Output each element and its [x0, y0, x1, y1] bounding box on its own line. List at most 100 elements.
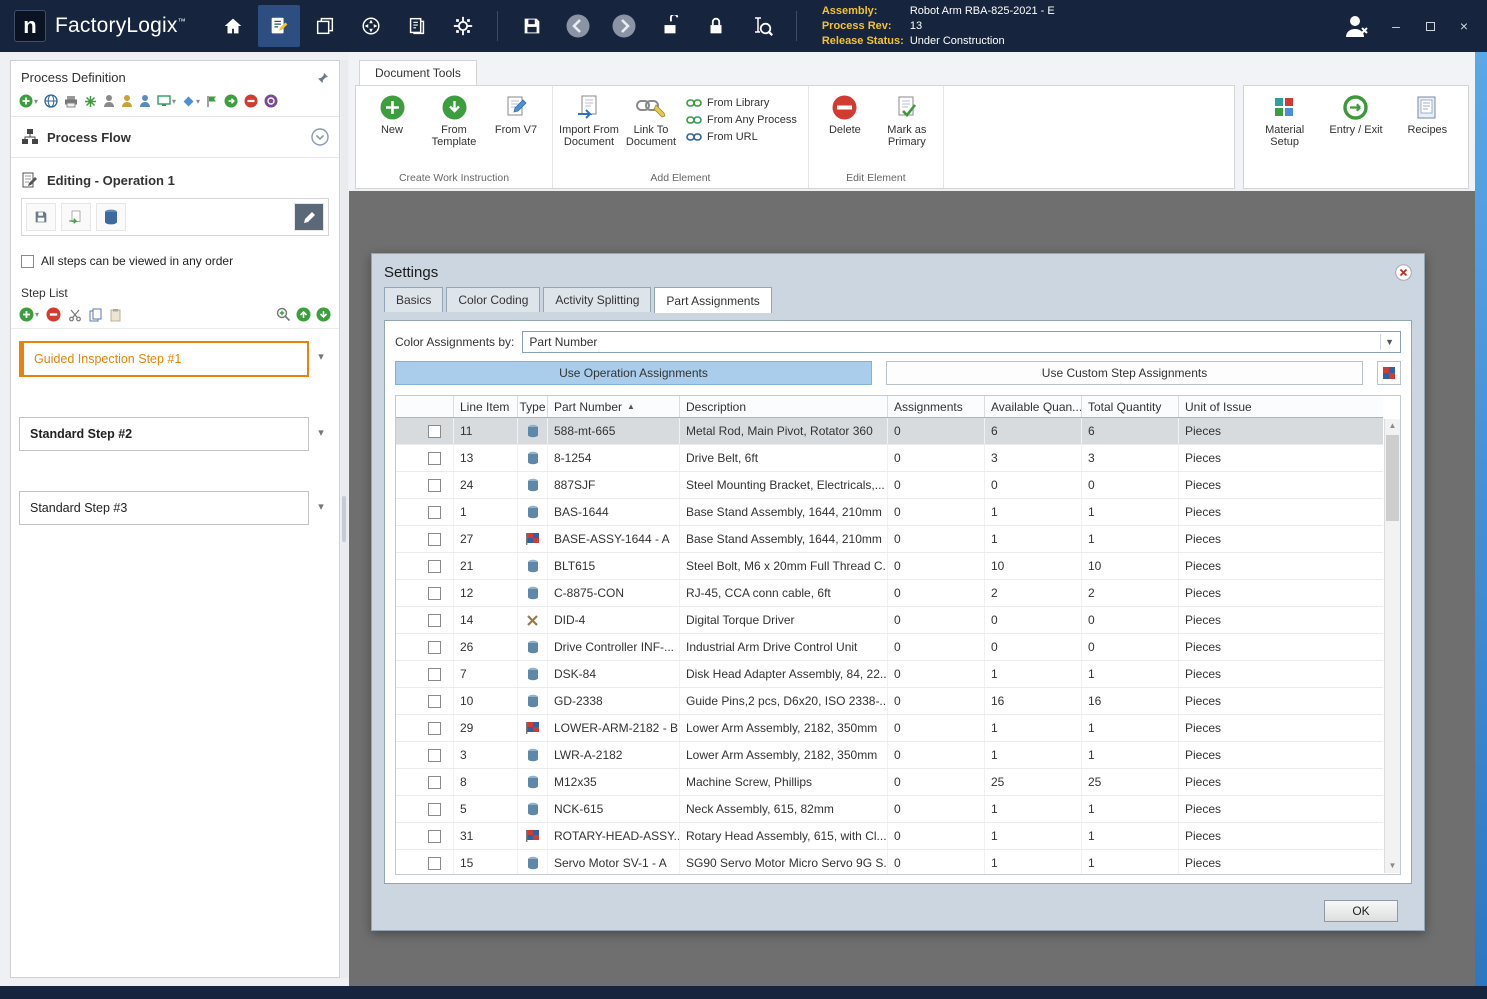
- package-dropdown-icon[interactable]: ▾: [182, 95, 200, 108]
- entry-exit-button[interactable]: Entry / Exit: [1325, 89, 1387, 148]
- dialog-close-icon[interactable]: [1395, 264, 1412, 281]
- col-unit-of-issue[interactable]: Unit of Issue: [1179, 396, 1383, 417]
- table-row[interactable]: 29 LOWER-ARM-2182 - B Lower Arm Assembly, …: [396, 715, 1383, 742]
- zoom-add-icon[interactable]: [276, 307, 291, 322]
- forward-button[interactable]: [603, 5, 645, 47]
- row-checkbox[interactable]: [428, 856, 441, 870]
- col-total-quantity[interactable]: Total Quantity: [1082, 396, 1179, 417]
- record-circle-icon[interactable]: [264, 94, 278, 108]
- documents-button[interactable]: [396, 5, 438, 47]
- row-checkbox[interactable]: [428, 424, 441, 438]
- row-checkbox[interactable]: [428, 478, 441, 492]
- move-up-icon[interactable]: [296, 307, 311, 322]
- from-template-button[interactable]: From Template: [423, 89, 485, 148]
- back-button[interactable]: [557, 5, 599, 47]
- col-line-item[interactable]: Line Item: [454, 396, 518, 417]
- chevron-down-icon[interactable]: ▾: [309, 417, 333, 439]
- row-checkbox[interactable]: [428, 505, 441, 519]
- table-row[interactable]: 24 887SJF Steel Mounting Bracket, Electric…: [396, 472, 1383, 499]
- table-row[interactable]: 10 GD-2338 Guide Pins,2 pcs, D6x20, ISO 23…: [396, 688, 1383, 715]
- globe-icon[interactable]: [44, 94, 58, 108]
- edit-work-instruction-button[interactable]: [294, 203, 324, 231]
- from-v7-button[interactable]: From V7: [485, 89, 547, 148]
- scrollbar-thumb[interactable]: [1386, 435, 1399, 521]
- scroll-down-icon[interactable]: ▼: [1385, 859, 1400, 873]
- col-type[interactable]: Type: [518, 396, 548, 417]
- ok-button[interactable]: OK: [1324, 900, 1398, 922]
- row-checkbox[interactable]: [428, 667, 441, 681]
- chevron-down-icon[interactable]: ▾: [309, 491, 333, 513]
- view-order-checkbox[interactable]: [21, 254, 34, 268]
- table-row[interactable]: 13 8-1254 Drive Belt, 6ft 0 3 3 Pieces: [396, 445, 1383, 472]
- paste-icon[interactable]: [109, 308, 122, 322]
- chevron-down-icon[interactable]: ▾: [309, 341, 333, 363]
- table-row[interactable]: 7 DSK-84 Disk Head Adapter Assembly, 84, 2…: [396, 661, 1383, 688]
- table-row[interactable]: 15 Servo Motor SV-1 - A SG90 Servo Motor M…: [396, 850, 1383, 874]
- table-scrollbar[interactable]: ▲ ▼: [1384, 419, 1400, 873]
- from-any-process-button[interactable]: From Any Process: [686, 114, 797, 126]
- table-row[interactable]: 31 ROTARY-HEAD-ASSY... Rotary Head Assembl…: [396, 823, 1383, 850]
- navigator-button[interactable]: [350, 5, 392, 47]
- user-gold-icon[interactable]: [121, 94, 133, 108]
- panel-splitter[interactable]: [341, 60, 348, 978]
- import-work-instruction-button[interactable]: [61, 203, 91, 231]
- table-row[interactable]: 27 BASE-ASSY-1644 - A Base Stand Assembly,…: [396, 526, 1383, 553]
- add-step-icon[interactable]: ▾: [19, 307, 39, 322]
- color-assignments-select[interactable]: Part Number ▼: [522, 331, 1401, 353]
- stop-circle-icon[interactable]: [244, 94, 258, 108]
- import-from-document-button[interactable]: Import From Document: [558, 89, 620, 148]
- recipes-button[interactable]: Recipes: [1396, 89, 1458, 148]
- col-description[interactable]: Description: [680, 396, 888, 417]
- settings-button[interactable]: [442, 5, 484, 47]
- col-available-quantity[interactable]: Available Quan...: [985, 396, 1082, 417]
- go-circle-icon[interactable]: [224, 94, 238, 108]
- delete-element-button[interactable]: Delete: [814, 89, 876, 148]
- table-row[interactable]: 12 C-8875-CON RJ-45, CCA conn cable, 6ft 0 2…: [396, 580, 1383, 607]
- row-checkbox[interactable]: [428, 640, 441, 654]
- row-checkbox[interactable]: [428, 721, 441, 735]
- maximize-button[interactable]: [1421, 19, 1439, 33]
- col-assignments[interactable]: Assignments: [888, 396, 985, 417]
- cut-icon[interactable]: [68, 308, 82, 322]
- step-item[interactable]: Standard Step #3: [19, 491, 309, 525]
- row-checkbox[interactable]: [428, 586, 441, 600]
- row-checkbox[interactable]: [428, 451, 441, 465]
- tab-document-tools[interactable]: Document Tools: [359, 60, 477, 85]
- use-operation-assignments-button[interactable]: Use Operation Assignments: [395, 361, 872, 385]
- tab-color-coding[interactable]: Color Coding: [446, 287, 541, 312]
- add-dropdown-icon[interactable]: ▾: [19, 94, 38, 108]
- print-icon[interactable]: [64, 95, 78, 108]
- table-row[interactable]: 11 588-mt-665 Metal Rod, Main Pivot, Rotat…: [396, 418, 1383, 445]
- home-button[interactable]: [212, 5, 254, 47]
- flag-icon[interactable]: [206, 95, 218, 108]
- release-audit-button[interactable]: [741, 5, 783, 47]
- new-button[interactable]: New: [361, 89, 423, 148]
- table-row[interactable]: 5 NCK-615 Neck Assembly, 615, 82mm 0 1 1 Piece…: [396, 796, 1383, 823]
- assignment-color-button[interactable]: [1377, 361, 1401, 385]
- tab-basics[interactable]: Basics: [384, 287, 444, 312]
- col-part-number[interactable]: Part Number ▲: [548, 396, 680, 417]
- copy-icon[interactable]: [89, 308, 102, 322]
- unlock-button[interactable]: [649, 5, 691, 47]
- step-item[interactable]: Guided Inspection Step #1: [19, 341, 309, 377]
- table-row[interactable]: 8 M12x35 Machine Screw, Phillips 0 25 25 Piece…: [396, 769, 1383, 796]
- scroll-up-icon[interactable]: ▲: [1385, 419, 1400, 433]
- lock-button[interactable]: [695, 5, 737, 47]
- delete-work-instruction-button[interactable]: [96, 203, 126, 231]
- table-row[interactable]: 26 Drive Controller INF-... Industrial Arm…: [396, 634, 1383, 661]
- table-row[interactable]: 3 LWR-A-2182 Lower Arm Assembly, 2182, 350…: [396, 742, 1383, 769]
- use-custom-step-assignments-button[interactable]: Use Custom Step Assignments: [886, 361, 1363, 385]
- collapse-icon[interactable]: [311, 128, 329, 146]
- row-checkbox[interactable]: [428, 748, 441, 762]
- table-row[interactable]: 1 BAS-1644 Base Stand Assembly, 1644, 210m…: [396, 499, 1383, 526]
- user-icon[interactable]: [103, 94, 115, 108]
- pin-icon[interactable]: [317, 72, 329, 84]
- close-button[interactable]: ×: [1455, 19, 1473, 33]
- table-row[interactable]: 21 BLT615 Steel Bolt, M6 x 20mm Full Threa…: [396, 553, 1383, 580]
- step-item[interactable]: Standard Step #2: [19, 417, 309, 451]
- material-setup-button[interactable]: Material Setup: [1254, 89, 1316, 148]
- burst-icon[interactable]: [84, 95, 97, 108]
- row-checkbox[interactable]: [428, 802, 441, 816]
- from-url-button[interactable]: From URL: [686, 131, 797, 143]
- work-instruction-editor-button[interactable]: [257, 5, 300, 47]
